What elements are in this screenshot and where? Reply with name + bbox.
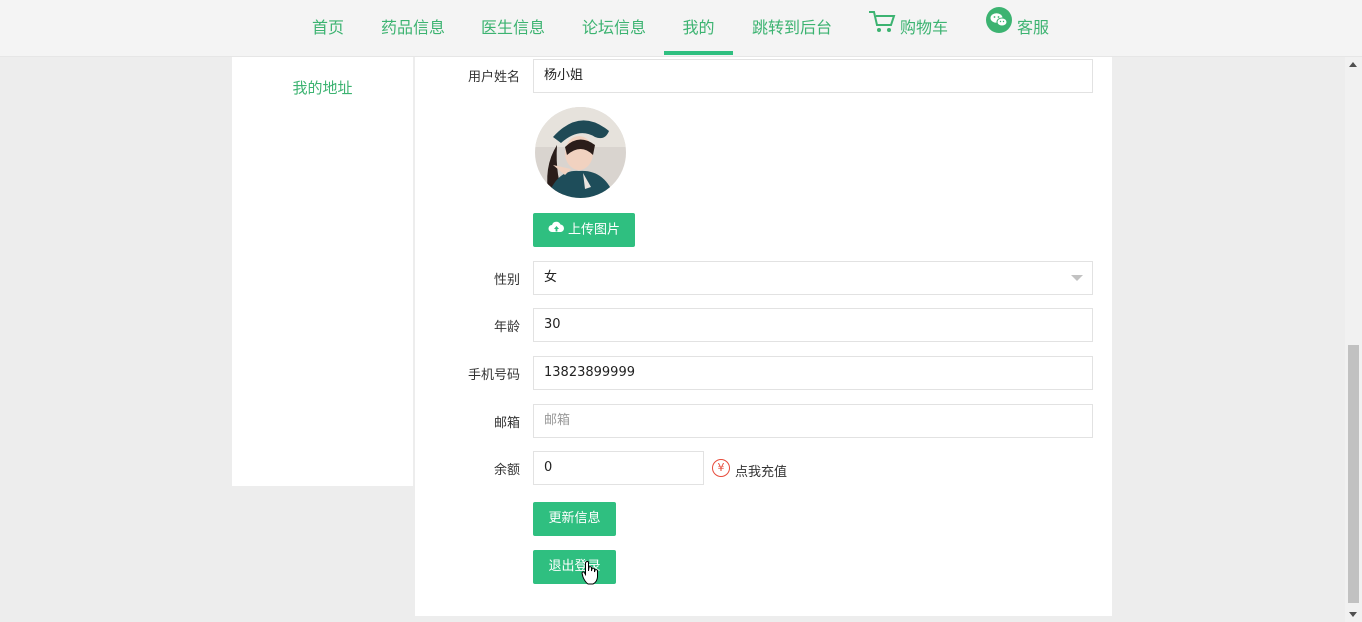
cart-icon [868, 1, 896, 57]
gender-select[interactable]: 女 [533, 261, 1093, 295]
gender-label: 性别 [493, 273, 520, 288]
phone-field[interactable]: 13823899999 [533, 356, 1093, 390]
nav-medicine-info[interactable]: 药品信息 [372, 0, 454, 57]
balance-label: 余额 [493, 463, 520, 478]
sidebar: 我的地址 [232, 57, 413, 486]
profile-form: 用户姓名 杨小姐 上传图片 性别 女 年龄 30 手机号码 1382389999… [415, 57, 1112, 616]
vertical-scrollbar[interactable] [1345, 57, 1362, 622]
nav-doctor-info[interactable]: 医生信息 [472, 0, 554, 57]
nav-cart-label: 购物车 [899, 18, 948, 37]
logout-button[interactable]: 退出登录 [533, 550, 616, 584]
scroll-up-icon[interactable] [1349, 62, 1357, 67]
update-info-button[interactable]: 更新信息 [533, 502, 616, 536]
age-label: 年龄 [493, 320, 520, 335]
age-field[interactable]: 30 [533, 308, 1093, 342]
chevron-down-icon [1071, 275, 1083, 281]
yuan-icon[interactable]: ¥ [712, 459, 730, 477]
nav-mine[interactable]: 我的 [664, 0, 733, 57]
username-field[interactable]: 杨小姐 [533, 59, 1093, 93]
gender-value: 女 [544, 270, 558, 285]
sidebar-item-my-address[interactable]: 我的地址 [232, 77, 413, 98]
email-field[interactable]: 邮箱 [533, 404, 1093, 438]
scroll-down-icon[interactable] [1349, 612, 1357, 617]
nav-service[interactable]: 客服 [980, 0, 1054, 57]
avatar [535, 107, 626, 198]
email-label: 邮箱 [493, 416, 520, 431]
nav-admin[interactable]: 跳转到后台 [744, 0, 840, 57]
cloud-upload-icon [548, 213, 565, 247]
username-label: 用户姓名 [467, 70, 520, 85]
wechat-icon [985, 1, 1013, 57]
nav-cart[interactable]: 购物车 [863, 0, 953, 57]
scroll-thumb[interactable] [1348, 345, 1359, 603]
nav-service-label: 客服 [1016, 18, 1049, 37]
nav-forum-info[interactable]: 论坛信息 [573, 0, 655, 57]
upload-image-label: 上传图片 [567, 222, 620, 238]
top-nav: 首页 药品信息 医生信息 论坛信息 我的 跳转到后台 购物车 客服 [0, 0, 1362, 57]
recharge-link[interactable]: 点我充值 [735, 461, 787, 480]
nav-home[interactable]: 首页 [300, 0, 356, 57]
balance-field[interactable]: 0 [533, 451, 704, 485]
upload-image-button[interactable]: 上传图片 [533, 213, 635, 247]
phone-label: 手机号码 [467, 368, 520, 383]
